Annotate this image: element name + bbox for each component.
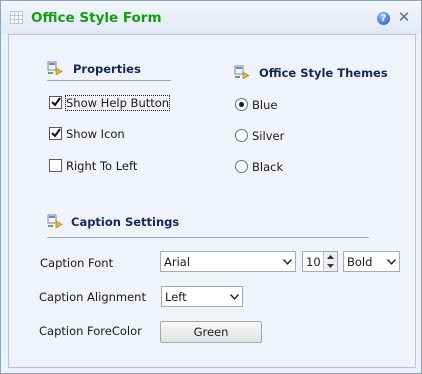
font-size-value: 10 (306, 255, 321, 269)
checkbox-box[interactable] (49, 96, 62, 109)
office-style-form-window: Office Style Form ? ✕ Properties Show He… (0, 0, 422, 374)
help-icon[interactable]: ? (377, 12, 390, 25)
caption-alignment-label: Caption Alignment (39, 290, 146, 304)
caption-divider (47, 237, 369, 238)
properties-title: Properties (73, 62, 141, 76)
caption-forecolor-label: Caption ForeColor (39, 324, 142, 338)
show-help-button-label: Show Help Button (64, 95, 171, 111)
group-icon (234, 65, 250, 79)
radio-selected-dot (239, 102, 244, 107)
radio-circle[interactable] (235, 129, 248, 142)
chevron-down-icon (387, 259, 396, 265)
caption-font-value: Arial (164, 255, 191, 269)
caption-font-size-spinner[interactable]: 10 (302, 251, 338, 272)
show-icon-label: Show Icon (66, 127, 125, 141)
theme-silver-label: Silver (252, 129, 285, 143)
group-icon (47, 214, 63, 228)
checkbox-box[interactable] (49, 127, 62, 140)
right-to-left-label: Right To Left (66, 159, 138, 173)
form-icon (10, 11, 23, 24)
radio-circle[interactable] (235, 98, 248, 111)
properties-divider (47, 80, 171, 81)
theme-blue-label: Blue (252, 98, 278, 112)
caption-alignment-select[interactable]: Left (161, 286, 243, 307)
checkmark-icon (51, 128, 61, 138)
chevron-down-icon (230, 294, 239, 300)
themes-group-header: Office Style Themes (234, 65, 394, 83)
form-body: Properties Show Help Button Show Icon Ri… (8, 34, 416, 368)
properties-group-header: Properties (47, 61, 173, 79)
window-title: Office Style Form (31, 10, 162, 26)
caption-forecolor-button[interactable]: Green (160, 321, 262, 343)
caption-font-select[interactable]: Arial (160, 251, 296, 272)
radio-circle[interactable] (235, 160, 248, 173)
theme-black-label: Black (252, 160, 284, 174)
close-icon[interactable]: ✕ (397, 9, 411, 25)
checkbox-box[interactable] (49, 159, 62, 172)
caption-font-style-select[interactable]: Bold (343, 251, 400, 272)
chevron-up-icon[interactable] (326, 254, 335, 260)
chevron-down-icon (283, 259, 292, 265)
group-icon (47, 61, 63, 75)
caption-font-label: Caption Font (40, 256, 114, 270)
caption-group-header: Caption Settings (47, 214, 247, 232)
caption-settings-title: Caption Settings (71, 215, 180, 229)
caption-alignment-value: Left (165, 290, 187, 304)
themes-title: Office Style Themes (259, 66, 388, 80)
spinner-buttons[interactable] (323, 252, 337, 271)
font-style-value: Bold (347, 255, 373, 269)
chevron-down-icon[interactable] (326, 263, 335, 269)
title-bar[interactable]: Office Style Form ? ✕ (1, 1, 421, 34)
checkmark-icon (51, 97, 61, 107)
